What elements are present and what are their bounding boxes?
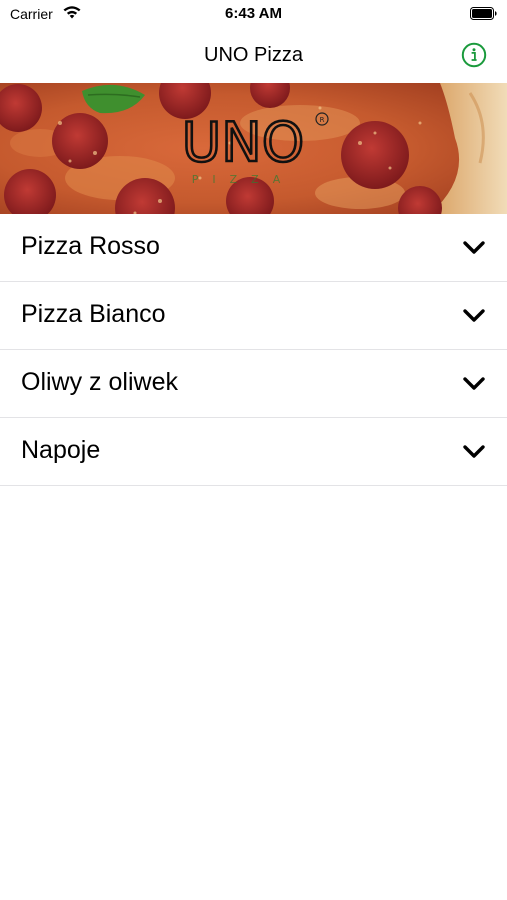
battery-icon xyxy=(470,7,497,20)
menu-item-label: Napoje xyxy=(21,436,101,464)
menu-item-label: Pizza Bianco xyxy=(21,300,166,328)
chevron-down-icon[interactable] xyxy=(462,308,486,324)
logo-text: UNO xyxy=(182,111,304,174)
chevron-down-icon[interactable] xyxy=(462,240,486,256)
menu-item-pizza-rosso[interactable]: Pizza Rosso xyxy=(0,214,507,282)
menu-item-pizza-bianco[interactable]: Pizza Bianco xyxy=(0,282,507,350)
menu-item-label: Oliwy z oliwek xyxy=(21,368,178,396)
logo-subtext: PIZZA xyxy=(192,173,294,186)
chevron-down-icon[interactable] xyxy=(462,444,486,460)
status-bar: Carrier 6:43 AM xyxy=(0,0,507,28)
info-circle-icon[interactable] xyxy=(461,42,487,68)
navigation-bar: UNO Pizza xyxy=(0,28,507,83)
uno-logo: UNO R PIZZA xyxy=(180,110,329,186)
header-banner-image: UNO R PIZZA xyxy=(0,83,507,214)
svg-text:R: R xyxy=(320,116,325,124)
menu-category-list: Pizza Rosso Pizza Bianco Oliwy z oliwek … xyxy=(0,214,507,486)
page-title: UNO Pizza xyxy=(204,44,303,66)
menu-item-label: Pizza Rosso xyxy=(21,232,160,260)
chevron-down-icon[interactable] xyxy=(462,376,486,392)
clock: 6:43 AM xyxy=(225,5,282,22)
menu-item-napoje[interactable]: Napoje xyxy=(0,418,507,486)
menu-item-oliwy[interactable]: Oliwy z oliwek xyxy=(0,350,507,418)
